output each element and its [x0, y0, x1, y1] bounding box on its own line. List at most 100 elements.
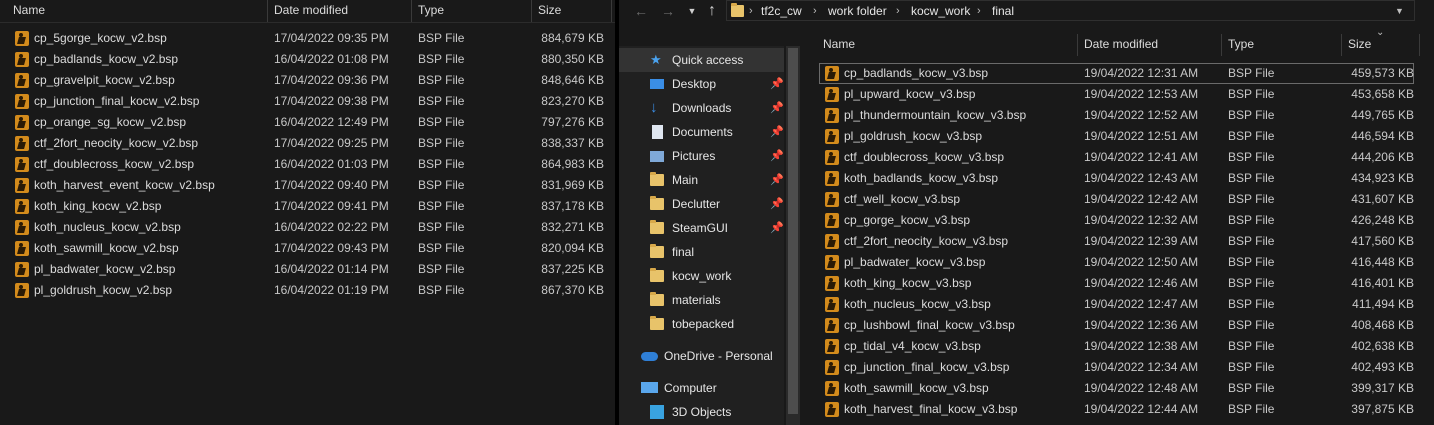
pin-icon[interactable]: 📌: [770, 120, 784, 144]
sidebar-item[interactable]: Main 📌: [619, 168, 784, 192]
column-divider[interactable]: [1341, 34, 1342, 56]
sidebar-item[interactable]: Declutter 📌: [619, 192, 784, 216]
table-row[interactable]: cp_gorge_kocw_v3.bsp 19/04/2022 12:32 AM B…: [819, 210, 1414, 231]
table-row[interactable]: cp_badlands_kocw_v2.bsp 16/04/2022 01:08 …: [0, 49, 611, 70]
bsp-file-icon: [825, 255, 839, 270]
table-row[interactable]: pl_badwater_kocw_v2.bsp 16/04/2022 01:14 …: [0, 259, 611, 280]
pin-icon[interactable]: 📌: [770, 96, 784, 120]
table-row[interactable]: ctf_doublecross_kocw_v2.bsp 16/04/2022 01…: [0, 154, 611, 175]
sidebar-item[interactable]: Documents 📌: [619, 120, 784, 144]
pin-icon[interactable]: 📌: [770, 144, 784, 168]
table-row[interactable]: koth_nucleus_kocw_v3.bsp 19/04/2022 12:47…: [819, 294, 1414, 315]
table-row[interactable]: koth_king_kocw_v3.bsp 19/04/2022 12:46 AM…: [819, 273, 1414, 294]
breadcrumb-item[interactable]: work folder: [828, 1, 887, 21]
arrow-left-icon[interactable]: ←: [632, 2, 650, 20]
folder-icon: [731, 3, 744, 17]
file-size: 880,350 KB: [541, 52, 604, 66]
table-row[interactable]: pl_thundermountain_kocw_v3.bsp 19/04/2022…: [819, 105, 1414, 126]
table-row[interactable]: cp_badlands_kocw_v3.bsp 19/04/2022 12:31 …: [819, 63, 1414, 84]
left-col-date-header[interactable]: Date modified: [274, 0, 348, 22]
left-col-name-header[interactable]: Name: [13, 0, 45, 22]
breadcrumb-separator-icon[interactable]: ›: [749, 1, 753, 21]
column-divider[interactable]: [1077, 34, 1078, 56]
file-size: 838,337 KB: [541, 136, 604, 150]
pin-icon[interactable]: 📌: [770, 168, 784, 192]
breadcrumb-item[interactable]: final: [992, 1, 1014, 21]
bsp-file-icon: [825, 402, 839, 417]
right-col-name-header[interactable]: Name: [823, 34, 855, 56]
nav-scrollbar-thumb[interactable]: [788, 48, 798, 414]
left-col-size-header[interactable]: Size: [538, 0, 561, 22]
file-name: koth_sawmill_kocw_v3.bsp: [844, 381, 989, 395]
chevron-down-icon[interactable]: ▼: [1395, 1, 1404, 21]
table-row[interactable]: cp_gravelpit_kocw_v2.bsp 17/04/2022 09:36…: [0, 70, 611, 91]
table-row[interactable]: ctf_2fort_neocity_kocw_v3.bsp 19/04/2022 …: [819, 231, 1414, 252]
sidebar-item[interactable]: SteamGUI 📌: [619, 216, 784, 240]
right-file-view: Name Date modified Type Size ⌄ cp_badlan…: [809, 27, 1434, 425]
breadcrumb-item[interactable]: tf2c_cw: [761, 1, 802, 21]
breadcrumb-separator-icon[interactable]: ›: [977, 1, 981, 21]
right-col-date-header[interactable]: Date modified: [1084, 34, 1158, 56]
table-row[interactable]: ctf_well_kocw_v3.bsp 19/04/2022 12:42 AM B…: [819, 189, 1414, 210]
file-type: BSP File: [1228, 150, 1275, 164]
sidebar-item[interactable]: Pictures 📌: [619, 144, 784, 168]
table-row[interactable]: koth_harvest_event_kocw_v2.bsp 17/04/2022…: [0, 175, 611, 196]
column-divider[interactable]: [411, 0, 412, 22]
address-bar[interactable]: › tf2c_cw › work folder › kocw_work › fi…: [726, 0, 1415, 21]
file-name: koth_harvest_final_kocw_v3.bsp: [844, 402, 1018, 416]
table-row[interactable]: cp_lushbowl_final_kocw_v3.bsp 19/04/2022 …: [819, 315, 1414, 336]
arrow-up-icon[interactable]: ↑: [703, 2, 721, 20]
table-row[interactable]: cp_tidal_v4_kocw_v3.bsp 19/04/2022 12:38 …: [819, 336, 1414, 357]
column-divider[interactable]: [531, 0, 532, 22]
sidebar-item[interactable]: final: [619, 240, 784, 264]
table-row[interactable]: pl_goldrush_kocw_v2.bsp 16/04/2022 01:19 …: [0, 280, 611, 301]
column-divider[interactable]: [1221, 34, 1222, 56]
table-row[interactable]: pl_badwater_kocw_v3.bsp 19/04/2022 12:50 …: [819, 252, 1414, 273]
table-row[interactable]: koth_sawmill_kocw_v2.bsp 17/04/2022 09:43…: [0, 238, 611, 259]
table-row[interactable]: koth_badlands_kocw_v3.bsp 19/04/2022 12:4…: [819, 168, 1414, 189]
sidebar-item[interactable]: Computer: [619, 376, 784, 400]
table-row[interactable]: cp_junction_final_kocw_v3.bsp 19/04/2022 …: [819, 357, 1414, 378]
table-row[interactable]: koth_sawmill_kocw_v3.bsp 19/04/2022 12:48…: [819, 378, 1414, 399]
column-divider[interactable]: [1419, 34, 1420, 56]
breadcrumb-item[interactable]: kocw_work: [911, 1, 970, 21]
sidebar-item[interactable]: OneDrive - Personal: [619, 344, 784, 368]
right-col-type-header[interactable]: Type: [1228, 34, 1254, 56]
breadcrumb-separator-icon[interactable]: ›: [896, 1, 900, 21]
column-divider[interactable]: [611, 0, 612, 22]
sidebar-item[interactable]: 3D Objects: [619, 400, 784, 424]
column-divider[interactable]: [267, 0, 268, 22]
sidebar-item[interactable]: ★ Quick access: [619, 48, 784, 72]
sidebar-item[interactable]: ↓ Downloads 📌: [619, 96, 784, 120]
table-row[interactable]: koth_harvest_final_kocw_v3.bsp 19/04/2022…: [819, 399, 1414, 420]
table-row[interactable]: ctf_2fort_neocity_kocw_v2.bsp 17/04/2022 …: [0, 133, 611, 154]
left-col-type-header[interactable]: Type: [418, 0, 444, 22]
sidebar-item-label: Main: [672, 173, 699, 187]
file-name: pl_goldrush_kocw_v3.bsp: [844, 129, 983, 143]
pin-icon[interactable]: 📌: [770, 216, 784, 240]
table-row[interactable]: pl_goldrush_kocw_v3.bsp 19/04/2022 12:51 …: [819, 126, 1414, 147]
file-date: 17/04/2022 09:43 PM: [274, 241, 389, 255]
table-row[interactable]: cp_5gorge_kocw_v2.bsp 17/04/2022 09:35 PM…: [0, 28, 611, 49]
table-row[interactable]: koth_nucleus_kocw_v2.bsp 16/04/2022 02:22…: [0, 217, 611, 238]
chevron-down-icon[interactable]: ▼: [683, 2, 701, 20]
sidebar-item[interactable]: materials: [619, 288, 784, 312]
file-date: 17/04/2022 09:25 PM: [274, 136, 389, 150]
sidebar-item-label: Downloads: [672, 101, 732, 115]
arrow-right-icon[interactable]: →: [659, 2, 677, 20]
file-date: 17/04/2022 09:41 PM: [274, 199, 389, 213]
pin-icon[interactable]: 📌: [770, 72, 784, 96]
breadcrumb-separator-icon[interactable]: ›: [813, 1, 817, 21]
pin-icon[interactable]: 📌: [770, 192, 784, 216]
file-size: 416,448 KB: [1351, 255, 1414, 269]
file-name: koth_sawmill_kocw_v2.bsp: [34, 241, 179, 255]
sidebar-item[interactable]: kocw_work: [619, 264, 784, 288]
table-row[interactable]: pl_upward_kocw_v3.bsp 19/04/2022 12:53 AM…: [819, 84, 1414, 105]
table-row[interactable]: cp_junction_final_kocw_v2.bsp 17/04/2022 …: [0, 91, 611, 112]
table-row[interactable]: koth_king_kocw_v2.bsp 17/04/2022 09:41 PM…: [0, 196, 611, 217]
sidebar-item[interactable]: tobepacked: [619, 312, 784, 336]
table-row[interactable]: cp_orange_sg_kocw_v2.bsp 16/04/2022 12:49…: [0, 112, 611, 133]
table-row[interactable]: ctf_doublecross_kocw_v3.bsp 19/04/2022 12…: [819, 147, 1414, 168]
sidebar-item[interactable]: Desktop 📌: [619, 72, 784, 96]
right-col-size-header[interactable]: Size: [1348, 34, 1371, 56]
